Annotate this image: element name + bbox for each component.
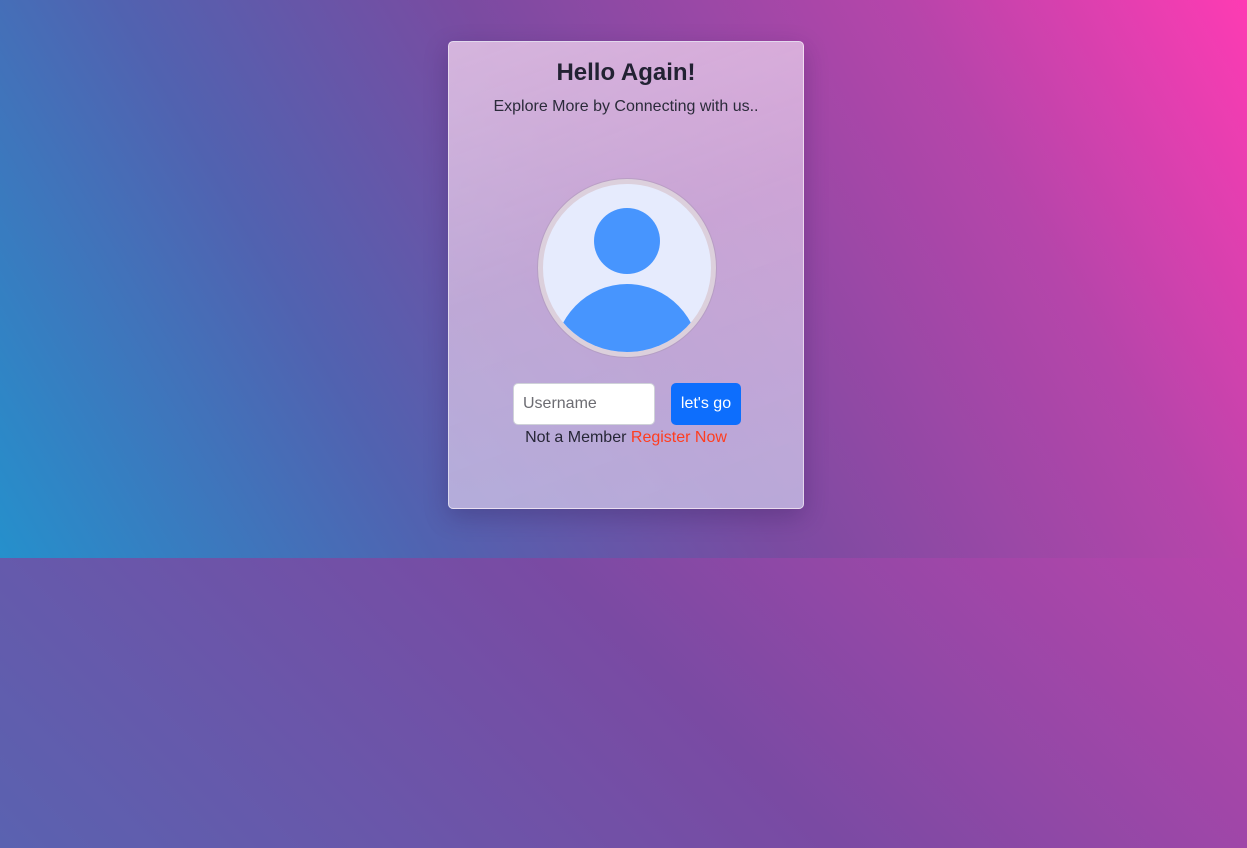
card-subtitle: Explore More by Connecting with us.. — [493, 98, 759, 115]
register-prompt-line: Not a Member Register Now — [449, 429, 803, 447]
avatar-head — [594, 208, 660, 274]
user-avatar-icon — [554, 208, 700, 352]
avatar-body — [554, 284, 700, 352]
card-title: Hello Again! — [556, 59, 696, 86]
username-form: let's go — [513, 383, 741, 425]
register-now-link[interactable]: Register Now — [631, 429, 727, 446]
username-input[interactable] — [513, 383, 655, 425]
lets-go-button[interactable]: let's go — [671, 383, 741, 425]
register-prompt: Not a Member — [525, 429, 627, 446]
login-card: Hello Again! Explore More by Connecting … — [448, 41, 804, 509]
profile-avatar — [538, 179, 716, 357]
